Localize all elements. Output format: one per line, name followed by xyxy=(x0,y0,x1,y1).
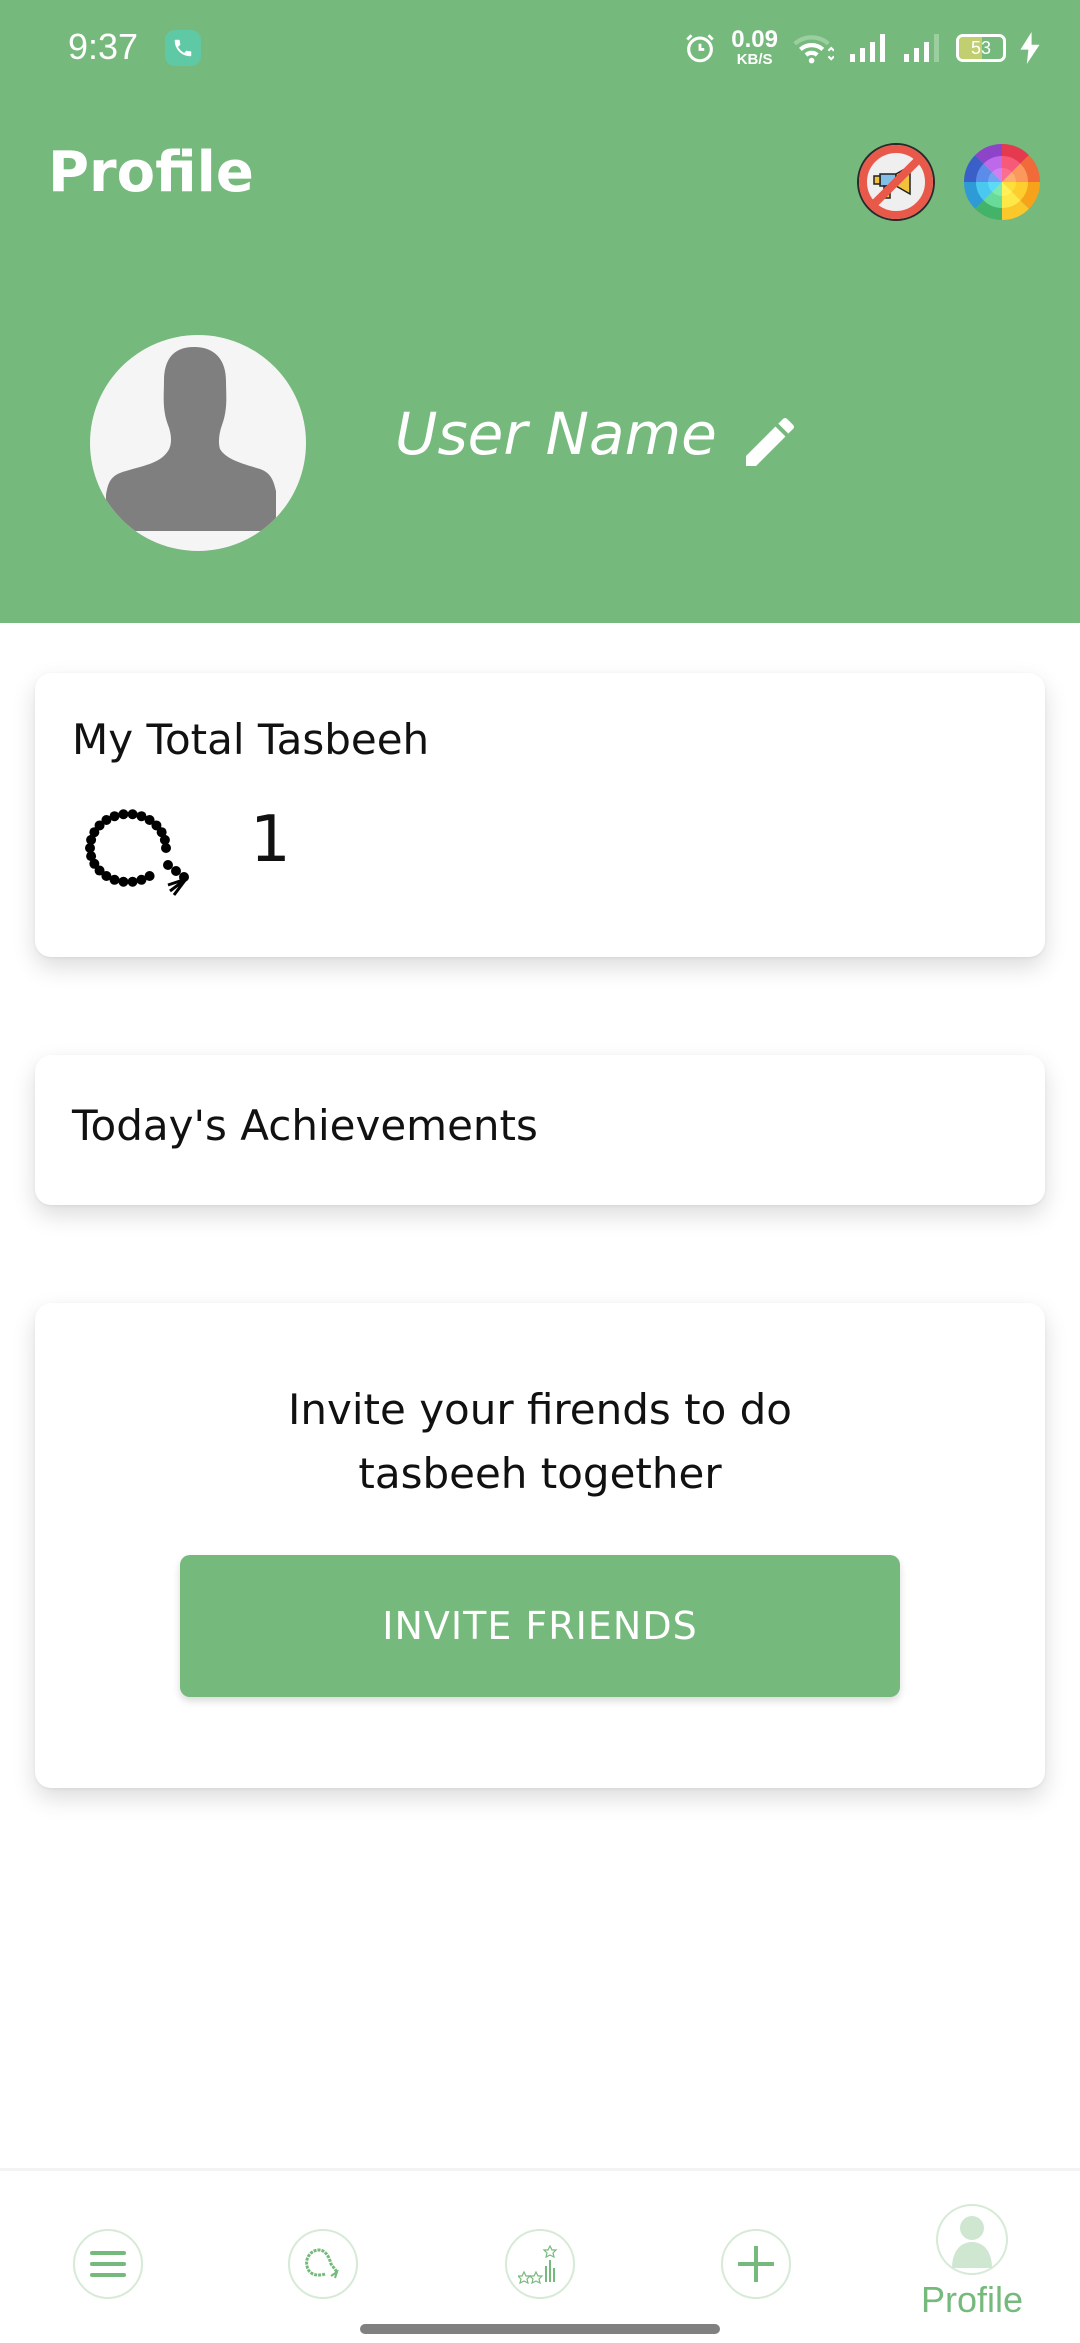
theme-color-button[interactable] xyxy=(960,140,1044,224)
alarm-icon xyxy=(686,33,715,62)
status-icons: 0.09 KB/S 53 xyxy=(683,28,1040,67)
invite-card: Invite your firends to do tasbeeh togeth… xyxy=(35,1303,1045,1788)
user-name[interactable]: User Name xyxy=(395,400,717,468)
battery-icon: 53 xyxy=(956,33,1006,62)
home-indicator[interactable] xyxy=(360,2324,720,2334)
battery-level: 53 xyxy=(970,37,992,58)
profile-header: 9:37 0.09 KB/S 53 Profile User Name xyxy=(0,0,1080,623)
nav-item-add[interactable] xyxy=(681,2171,831,2321)
remove-ads-button[interactable] xyxy=(854,140,938,224)
color-wheel-icon xyxy=(964,144,1040,220)
plus-icon xyxy=(738,2246,774,2282)
charging-icon xyxy=(1020,31,1040,64)
phone-call-icon xyxy=(165,30,201,66)
nav-item-achievements[interactable] xyxy=(465,2171,615,2321)
achievements-title: Today's Achievements xyxy=(72,1101,538,1150)
stars-chart-icon xyxy=(518,2244,558,2285)
net-speed-value: 0.09 xyxy=(731,26,778,53)
person-silhouette-icon xyxy=(90,347,306,551)
invite-message: Invite your firends to do tasbeeh togeth… xyxy=(288,1385,792,1498)
signal-icon xyxy=(850,33,885,62)
nav-item-profile[interactable]: Profile xyxy=(897,2171,1047,2321)
no-megaphone-icon xyxy=(857,143,935,221)
signal-icon xyxy=(904,33,939,62)
prayer-beads-icon xyxy=(85,809,189,896)
achievements-card[interactable]: Today's Achievements xyxy=(35,1055,1045,1205)
bottom-nav: Profile xyxy=(0,2168,1080,2343)
pencil-icon xyxy=(746,417,794,466)
total-tasbeeh-card: My Total Tasbeeh 1 xyxy=(35,673,1045,957)
hamburger-menu-icon xyxy=(90,2251,126,2277)
avatar[interactable] xyxy=(90,335,306,551)
nav-label-profile: Profile xyxy=(920,2279,1024,2320)
nav-item-menu[interactable] xyxy=(33,2171,183,2321)
total-tasbeeh-title: My Total Tasbeeh xyxy=(72,715,430,764)
wifi-icon xyxy=(793,34,834,63)
total-tasbeeh-count: 1 xyxy=(250,803,291,877)
page-title: Profile xyxy=(48,140,254,205)
edit-name-button[interactable] xyxy=(738,410,802,474)
net-speed-unit: KB/S xyxy=(736,51,773,68)
user-icon xyxy=(952,2215,992,2268)
nav-item-tasbeeh[interactable] xyxy=(248,2171,398,2321)
net-speed: 0.09 KB/S xyxy=(731,26,778,68)
invite-friends-button[interactable]: INVITE FRIENDS xyxy=(180,1555,900,1697)
status-time: 9:37 xyxy=(68,26,139,67)
prayer-beads-icon xyxy=(305,2248,339,2279)
